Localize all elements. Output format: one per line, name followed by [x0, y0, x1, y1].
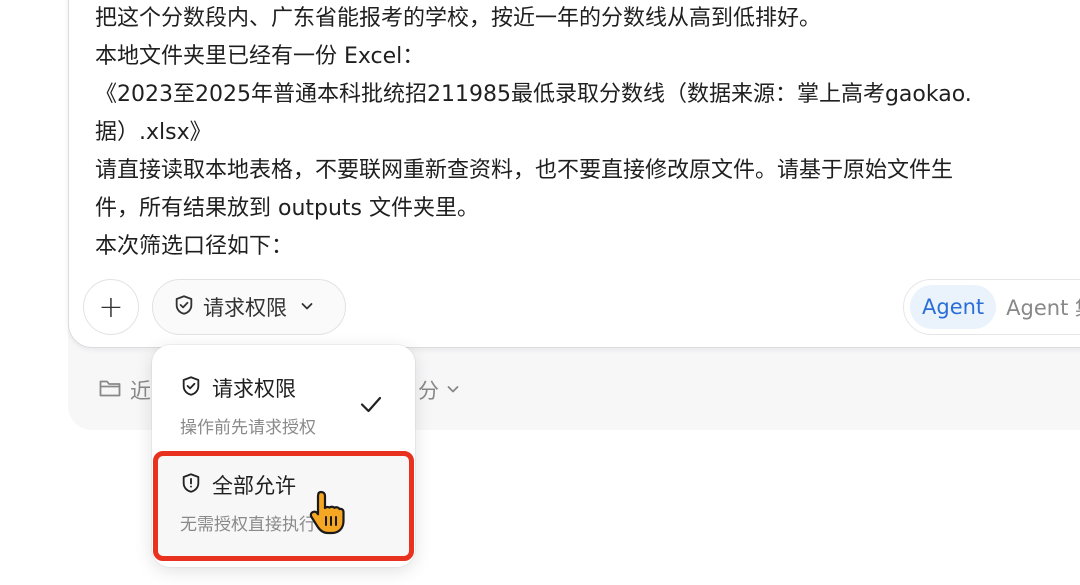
branch-selector[interactable]: 分 [418, 375, 461, 405]
shield-check-icon [180, 375, 202, 402]
prompt-line: 把这个分数段内、广东省能报考的学校，按近一年的分数线从高到低排好。 [95, 6, 822, 31]
shield-alert-icon [180, 472, 202, 499]
hand-pointer-icon [305, 488, 355, 542]
permission-mode-button[interactable]: 请求权限 [152, 279, 346, 335]
prompt-line: 件，所有结果放到 outputs 文件夹里。 [95, 196, 480, 221]
app-stage: 把这个分数段内、广东省能报考的学校，按近一年的分数线从高到低排好。 本地文件夹里… [0, 0, 1080, 585]
workspace-label: 近 [130, 379, 151, 403]
menu-option-title: 全部允许 [212, 474, 296, 498]
prompt-line: 请直接读取本地表格，不要联网重新查资料，也不要直接修改原文件。请基于原始文件生 [95, 158, 954, 183]
workspace-selector[interactable]: 近 [98, 375, 151, 405]
prompt-line: 本地文件夹里已经有一份 Excel： [95, 44, 425, 69]
shield-check-icon [173, 294, 195, 321]
menu-option-request-permission[interactable]: 请求权限 操作前先请求授权 [180, 373, 316, 438]
permission-mode-label: 请求权限 [203, 296, 287, 320]
branch-label: 分 [418, 379, 439, 403]
menu-option-description: 无需授权直接执行 [180, 515, 316, 535]
prompt-line: 据）.xlsx》 [95, 120, 212, 145]
mode-other-tab[interactable]: Agent 集 [1006, 292, 1080, 322]
menu-option-title: 请求权限 [212, 377, 296, 401]
folder-icon [98, 377, 122, 404]
plus-icon: + [98, 289, 124, 325]
chevron-down-icon [299, 295, 315, 319]
add-attachment-button[interactable]: + [83, 279, 139, 335]
prompt-text[interactable]: 把这个分数段内、广东省能报考的学校，按近一年的分数线从高到低排好。 本地文件夹里… [95, 0, 1080, 266]
checkmark-icon [358, 391, 384, 421]
mode-agent-tab[interactable]: Agent [910, 285, 997, 329]
mode-toggle: Agent Agent 集 [903, 279, 1080, 335]
prompt-line: 《2023至2025年普通本科批统招211985最低录取分数线（数据来源：掌上高… [95, 82, 972, 107]
chevron-down-icon [445, 378, 461, 402]
menu-option-description: 操作前先请求授权 [180, 418, 316, 438]
prompt-line: 本次筛选口径如下： [95, 234, 294, 259]
menu-option-allow-all[interactable]: 全部允许 无需授权直接执行 [180, 470, 316, 535]
